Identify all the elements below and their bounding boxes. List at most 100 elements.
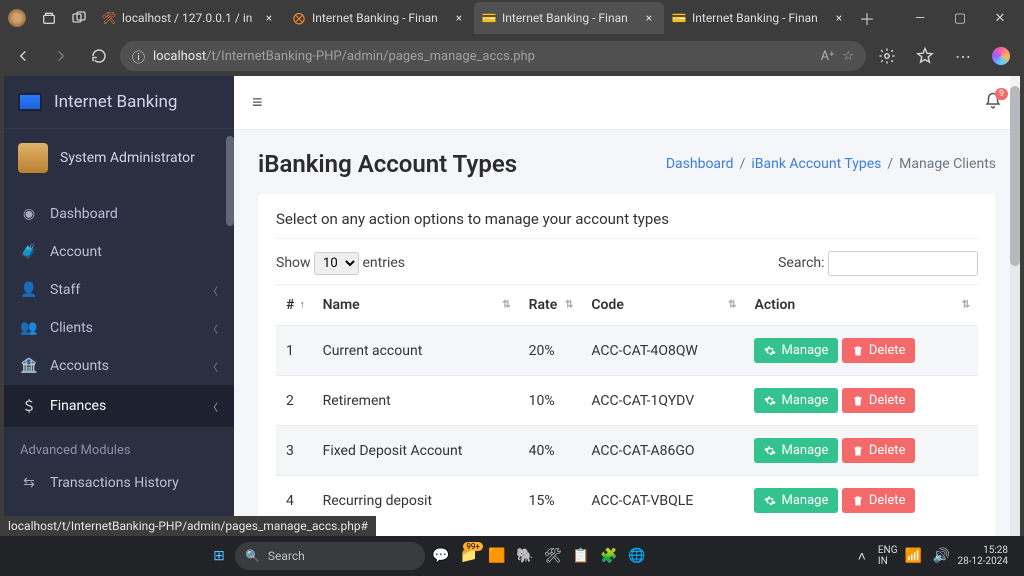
reload-button[interactable] [82,39,116,73]
tray-chevron-icon[interactable]: ˄ [850,544,874,568]
back-button[interactable] [6,39,40,73]
status-url-hint: localhost/t/InternetBanking-PHP/admin/pa… [0,516,376,536]
favorites-icon[interactable] [908,39,942,73]
sidebar-item-accounts[interactable]: 🏦 Accounts 〈 [4,347,234,385]
sidebar-item-account[interactable]: 🧳Account [4,233,234,271]
minimize-button[interactable]: — [900,2,940,34]
tab-actions-icon[interactable] [64,5,94,31]
col-index[interactable]: #↑ [276,285,313,326]
page-length: Show 10 entries [276,252,405,275]
tachometer-icon: ◉ [20,206,38,222]
manage-button[interactable]: Manage [754,338,838,363]
delete-button[interactable]: Delete [842,388,916,413]
cell-code: ACC-CAT-A86GO [581,426,744,476]
cell-rate: 10% [519,376,582,426]
browser-tab[interactable]: 🛠 localhost / 127.0.0.1 / in × [94,2,284,34]
tray-language[interactable]: ENGIN [878,545,898,567]
hamburger-icon[interactable]: ≡ [252,92,263,113]
taskbar-search[interactable]: 🔍Search [235,542,425,570]
sidebar-item-dashboard[interactable]: ◉Dashboard [4,195,234,233]
chevron-left-icon: 〈 [208,321,218,336]
entries-label: entries [363,255,406,271]
col-code[interactable]: Code⇅ [581,285,744,326]
card-title: Select on any action options to manage y… [276,210,978,239]
tray-wifi-icon[interactable]: 📶 [902,544,926,568]
url-host: localhost [153,49,206,64]
cell-code: ACC-CAT-4O8QW [581,326,744,376]
task-icon[interactable]: 🐘 [513,544,537,568]
table-row: 1Current account20%ACC-CAT-4O8QWManage D… [276,326,978,376]
manage-button[interactable]: Manage [754,438,838,463]
task-icon[interactable]: 💬 [429,544,453,568]
sort-icon: ⇅ [728,300,736,311]
extensions-icon[interactable] [870,39,904,73]
sidebar-item-label: Finances [50,398,106,414]
tab-label: localhost / 127.0.0.1 / in [122,11,256,25]
sidebar-item-label: Transactions History [50,475,179,491]
delete-button[interactable]: Delete [842,338,916,363]
profile-avatar-icon[interactable] [8,9,26,27]
address-bar[interactable]: ⓘ localhost/t/InternetBanking-PHP/admin/… [120,41,866,71]
browser-tab[interactable]: 💳 Internet Banking - Finan × [474,2,664,34]
reader-icon[interactable]: A⁺ [821,49,835,64]
new-tab-button[interactable]: ＋ [854,5,880,31]
start-button[interactable]: ⊞ [207,544,231,568]
page-size-select[interactable]: 10 [314,252,359,275]
bookmark-icon[interactable]: ☆ [842,49,854,64]
brand[interactable]: Internet Banking [4,76,234,129]
task-icon[interactable]: 🛠 [541,544,565,568]
close-window-button[interactable]: ✕ [980,2,1020,34]
tray-volume-icon[interactable]: 🔊 [930,544,954,568]
manage-button[interactable]: Manage [754,388,838,413]
browser-tab[interactable]: ⨂ Internet Banking - Finan × [284,2,474,34]
dollar-icon: ＄ [20,396,38,416]
delete-button[interactable]: Delete [842,488,916,513]
copilot-icon[interactable] [984,39,1018,73]
close-tab-icon[interactable]: × [452,11,466,25]
sidebar-scrollbar[interactable] [226,76,234,536]
sidebar-item-clients[interactable]: 👥Clients〈 [4,309,234,347]
current-user[interactable]: System Administrator [4,129,234,187]
manage-button[interactable]: Manage [754,488,838,513]
crumb-account-types[interactable]: iBank Account Types [751,156,881,172]
close-tab-icon[interactable]: × [832,11,846,25]
chevron-left-icon: 〈 [208,283,218,298]
close-tab-icon[interactable]: × [642,11,656,25]
workspaces-icon[interactable] [34,5,64,31]
delete-button[interactable]: Delete [842,438,916,463]
task-icon[interactable]: 🟧 [485,544,509,568]
task-icon[interactable]: 📁99+ [457,544,481,568]
sidebar-item-label: Accounts [50,358,109,374]
tray-clock[interactable]: 15:2828-12-2024 [958,545,1015,567]
more-icon[interactable]: ⋯ [946,39,980,73]
avatar-icon [18,143,48,173]
col-rate[interactable]: Rate⇅ [519,285,582,326]
forward-button[interactable] [44,39,78,73]
search-input[interactable] [828,251,978,276]
close-tab-icon[interactable]: × [262,11,276,25]
task-icon[interactable]: 🧩 [597,544,621,568]
notifications-button[interactable]: 9 [984,92,1002,114]
chevron-left-icon: 〈 [208,359,218,374]
sort-icon: ⇅ [502,300,510,311]
bank-icon: 🏦 [20,358,38,374]
tab-favicon: 💳 [482,11,496,25]
sidebar-item-label: Staff [50,282,80,298]
site-info-icon[interactable]: ⓘ [132,47,145,66]
page-scrollbar[interactable] [1010,76,1020,536]
sidebar-item-finances[interactable]: ＄Finances〈 [4,385,234,427]
browser-toolbar: ⓘ localhost/t/InternetBanking-PHP/admin/… [0,36,1024,76]
maximize-button[interactable]: ▢ [940,2,980,34]
col-name[interactable]: Name⇅ [313,285,519,326]
task-icon[interactable]: 🌐 [625,544,649,568]
col-action[interactable]: Action⇅ [744,285,978,326]
sidebar-item-transactions[interactable]: ⇆Transactions History [4,464,234,502]
crumb-dashboard[interactable]: Dashboard [666,156,734,172]
task-icon[interactable]: 📋 [569,544,593,568]
sidebar-item-staff[interactable]: 👤Staff〈 [4,271,234,309]
page-title: iBanking Account Types [258,150,517,178]
cell-action: Manage Delete [744,426,978,476]
browser-tab[interactable]: 💳 Internet Banking - Finan × [664,2,854,34]
url-path: /t/InternetBanking-PHP/admin/pages_manag… [206,49,535,64]
brand-icon [18,93,42,111]
